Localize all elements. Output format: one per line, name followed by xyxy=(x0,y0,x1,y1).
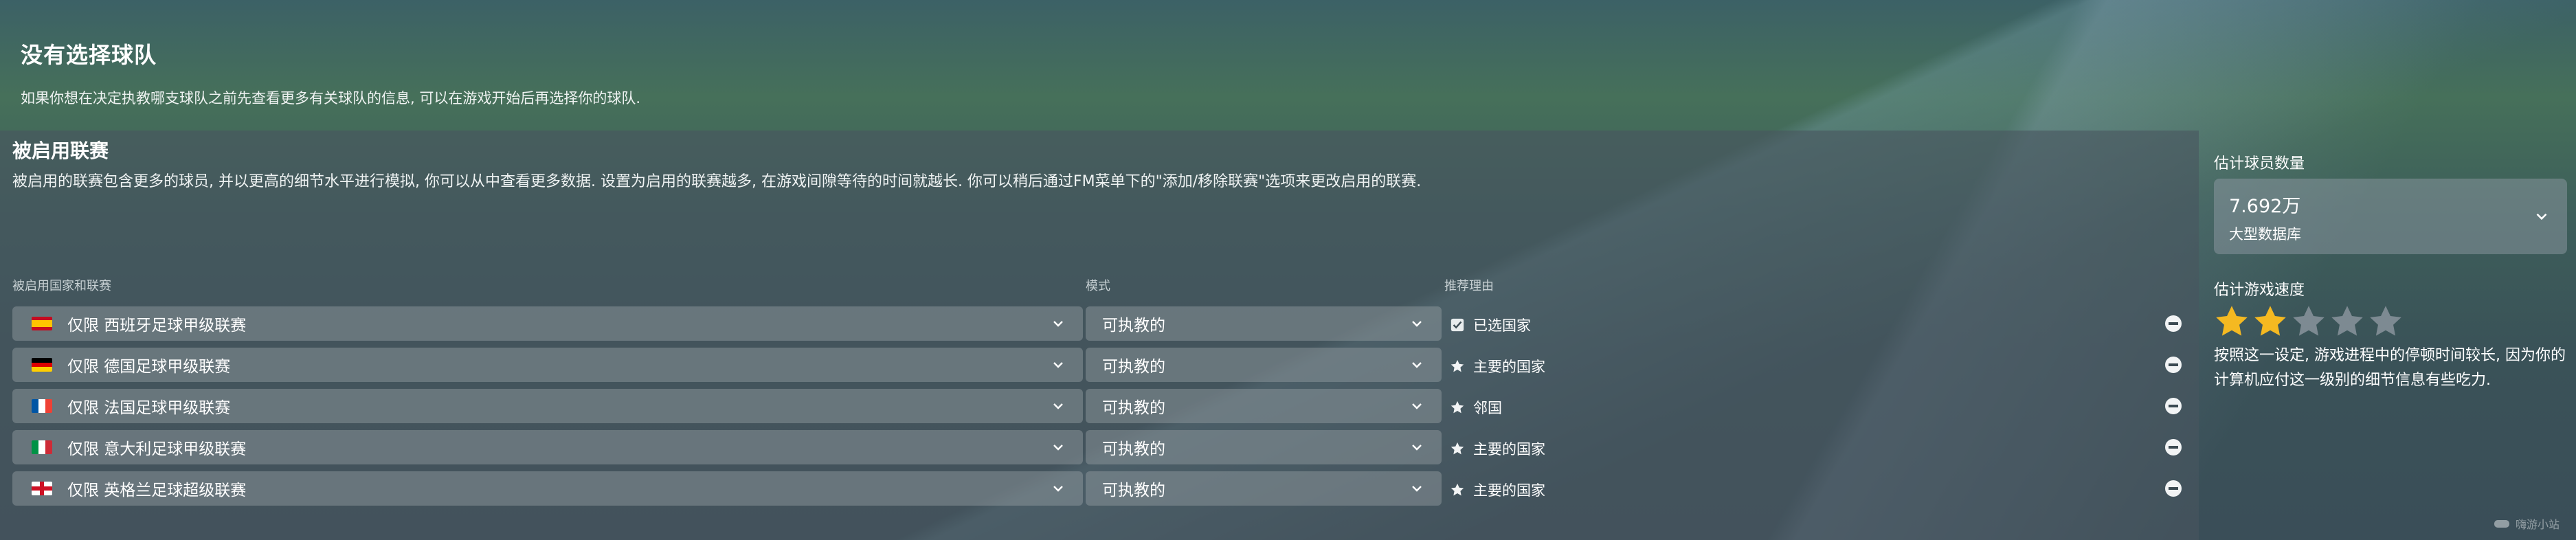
game-speed-label: 估计游戏速度 xyxy=(2214,282,2305,299)
leagues-panel: 被启用联赛 被启用的联赛包含更多的球员, 并以更高的细节水平进行模拟, 你可以从… xyxy=(0,131,2199,540)
gamepad-icon xyxy=(2494,520,2509,528)
header: 没有选择球队 如果你想在决定执教哪支球队之前先查看更多有关球队的信息, 可以在游… xyxy=(21,38,640,108)
mode-value: 可执教的 xyxy=(1102,399,1165,417)
column-header-reason: 推荐理由 xyxy=(1444,279,1494,293)
france-flag-icon xyxy=(32,399,52,413)
reason-text: 主要的国家 xyxy=(1473,482,1545,499)
watermark: 嗨游小站 xyxy=(2494,515,2560,532)
mode-dropdown[interactable]: 可执教的 xyxy=(1086,430,1442,464)
chevron-down-icon xyxy=(1053,362,1063,368)
germany-flag-icon xyxy=(32,358,52,372)
player-count-value: 7.692万 xyxy=(2229,196,2301,217)
league-dropdown[interactable]: 仅限 西班牙足球甲级联赛 xyxy=(12,306,1083,341)
reason-text: 已选国家 xyxy=(1473,317,1531,334)
league-dropdown[interactable]: 仅限 意大利足球甲级联赛 xyxy=(12,430,1083,464)
recommendation-reason: 邻国 xyxy=(1450,397,1502,418)
recommendation-reason: 主要的国家 xyxy=(1450,480,1545,500)
panel-description: 被启用的联赛包含更多的球员, 并以更高的细节水平进行模拟, 你可以从中查看更多数… xyxy=(12,173,1422,190)
mode-value: 可执教的 xyxy=(1102,358,1165,376)
star-icon xyxy=(1451,401,1464,414)
chevron-down-icon xyxy=(1053,321,1063,327)
reason-text: 主要的国家 xyxy=(1473,359,1545,375)
league-row: 仅限 法国足球甲级联赛 可执教的 邻国 xyxy=(12,389,2187,423)
game-speed-rating xyxy=(2214,304,2406,339)
mode-dropdown[interactable]: 可执教的 xyxy=(1086,306,1442,341)
reason-text: 邻国 xyxy=(1473,400,1502,416)
star-icon xyxy=(1451,359,1464,372)
spain-flag-icon xyxy=(32,317,52,330)
chevron-down-icon xyxy=(1412,445,1422,451)
recommendation-reason: 主要的国家 xyxy=(1450,356,1545,376)
league-name: 仅限 意大利足球甲级联赛 xyxy=(67,440,247,458)
england-flag-icon xyxy=(32,482,52,495)
league-row: 仅限 西班牙足球甲级联赛 可执教的 已选国家 xyxy=(12,306,2187,341)
mode-value: 可执教的 xyxy=(1102,317,1165,335)
remove-league-icon[interactable] xyxy=(2164,397,2182,415)
league-dropdown[interactable]: 仅限 法国足球甲级联赛 xyxy=(12,389,1083,423)
mode-dropdown[interactable]: 可执教的 xyxy=(1086,348,1442,382)
star-empty-icon xyxy=(2370,306,2401,336)
reason-text: 主要的国家 xyxy=(1473,441,1545,458)
remove-league-icon[interactable] xyxy=(2164,315,2182,333)
recommendation-reason: 主要的国家 xyxy=(1450,438,1545,459)
star-filled-icon xyxy=(2216,306,2248,336)
league-name: 仅限 德国足球甲级联赛 xyxy=(67,358,231,376)
chevron-down-icon xyxy=(1053,403,1063,409)
column-header-mode: 模式 xyxy=(1086,279,1110,293)
star-icon xyxy=(1451,442,1464,455)
chevron-down-icon xyxy=(1412,486,1422,492)
database-size-dropdown[interactable]: 7.692万 大型数据库 xyxy=(2214,179,2567,254)
recommendation-reason: 已选国家 xyxy=(1450,315,1531,335)
league-name: 仅限 英格兰足球超级联赛 xyxy=(67,482,247,499)
star-empty-icon xyxy=(2293,306,2325,336)
column-header-league: 被启用国家和联赛 xyxy=(12,279,111,293)
league-row: 仅限 意大利足球甲级联赛 可执教的 主要的国家 xyxy=(12,430,2187,464)
remove-league-icon[interactable] xyxy=(2164,438,2182,456)
league-name: 仅限 法国足球甲级联赛 xyxy=(67,399,231,417)
panel-title: 被启用联赛 xyxy=(12,139,109,162)
mode-value: 可执教的 xyxy=(1102,482,1165,499)
star-icon xyxy=(1451,483,1464,496)
chevron-down-icon xyxy=(1053,445,1063,451)
league-row: 仅限 英格兰足球超级联赛 可执教的 主要的国家 xyxy=(12,471,2187,506)
chevron-down-icon xyxy=(1053,486,1063,492)
mode-value: 可执教的 xyxy=(1102,440,1165,458)
chevron-down-icon xyxy=(1412,321,1422,327)
league-dropdown[interactable]: 仅限 英格兰足球超级联赛 xyxy=(12,471,1083,506)
remove-league-icon[interactable] xyxy=(2164,356,2182,374)
estimate-sidebar: 估计球员数量 7.692万 大型数据库 估计游戏速度 按照这一设定, 游戏进程中… xyxy=(2214,131,2576,540)
star-filled-icon xyxy=(2254,306,2286,336)
database-size-label: 大型数据库 xyxy=(2229,226,2301,243)
star-empty-icon xyxy=(2331,306,2363,336)
chevron-down-icon xyxy=(1412,403,1422,409)
chevron-down-icon xyxy=(1412,362,1422,368)
game-speed-description: 按照这一设定, 游戏进程中的停顿时间较长, 因为你的计算机应付这一级别的细节信息… xyxy=(2214,347,2566,389)
mode-dropdown[interactable]: 可执教的 xyxy=(1086,471,1442,506)
player-count-label: 估计球员数量 xyxy=(2214,155,2305,172)
italy-flag-icon xyxy=(32,440,52,454)
page-subtitle: 如果你想在决定执教哪支球队之前先查看更多有关球队的信息, 可以在游戏开始后再选择… xyxy=(21,90,641,106)
watermark-text: 嗨游小站 xyxy=(2515,518,2560,531)
remove-league-icon[interactable] xyxy=(2164,480,2182,497)
mode-dropdown[interactable]: 可执教的 xyxy=(1086,389,1442,423)
chevron-down-icon xyxy=(2536,213,2547,221)
league-dropdown[interactable]: 仅限 德国足球甲级联赛 xyxy=(12,348,1083,382)
league-name: 仅限 西班牙足球甲级联赛 xyxy=(67,317,247,335)
league-row: 仅限 德国足球甲级联赛 可执教的 主要的国家 xyxy=(12,348,2187,382)
page-title: 没有选择球队 xyxy=(21,42,157,68)
check-icon xyxy=(1451,318,1464,332)
